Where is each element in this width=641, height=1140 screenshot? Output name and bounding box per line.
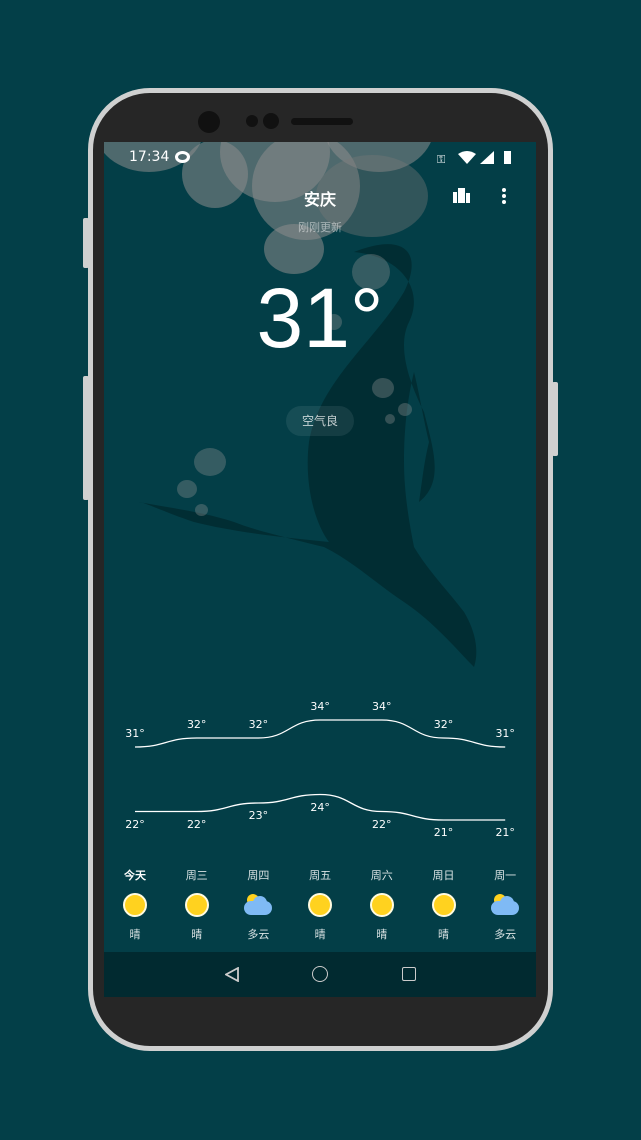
sensor: [263, 113, 279, 129]
day-label: 周六: [370, 869, 393, 882]
high-temp-label: 32°: [433, 718, 454, 731]
forecast-day[interactable]: 周五晴: [295, 867, 345, 942]
low-temp-label: 23°: [248, 809, 269, 822]
high-temp-label: 34°: [310, 700, 330, 713]
low-temp-label: 21°: [433, 826, 454, 839]
low-temp-label: 22°: [125, 817, 145, 831]
sunny-icon: [431, 893, 456, 917]
sunny-icon: [184, 893, 209, 917]
high-temp-label: 32°: [186, 718, 207, 731]
cloudy-icon: [244, 893, 273, 917]
recents-button[interactable]: [402, 967, 416, 981]
sunny-icon: [369, 893, 394, 917]
forecast-day[interactable]: 周一 多云: [480, 867, 530, 942]
forecast-day[interactable]: 今天晴: [110, 867, 160, 942]
back-button[interactable]: [225, 967, 239, 982]
day-label: 周一: [494, 869, 517, 882]
weather-label: 晴: [191, 928, 203, 941]
low-temp-label: 24°: [310, 800, 330, 814]
temperature-curves: [134, 719, 506, 821]
day-label: 周四: [247, 869, 270, 882]
forecast-day[interactable]: 周六晴: [357, 867, 407, 942]
screen: 17:34 ⚿ 安庆 刚刚更新 31° 空气良 31° 22° 32° 22° 32° 2…: [104, 142, 536, 997]
speaker-grille: [291, 118, 353, 125]
navigation-bar: [104, 952, 536, 997]
weather-label: 多云: [247, 928, 270, 941]
day-label: 周三: [185, 869, 208, 882]
weather-label: 晴: [438, 928, 449, 941]
forecast-day[interactable]: 周日晴: [419, 867, 469, 942]
forecast-day[interactable]: 周三晴: [172, 867, 222, 942]
low-temp-label: 21°: [495, 826, 515, 839]
day-label: 周五: [309, 869, 332, 882]
sunny-icon: [123, 893, 147, 917]
forecast-day[interactable]: 周四 多云: [233, 867, 283, 942]
weather-label: 晴: [129, 928, 141, 941]
weather-label: 多云: [494, 928, 517, 941]
weather-label: 晴: [376, 928, 388, 941]
sunny-icon: [308, 893, 333, 917]
front-camera: [198, 111, 220, 133]
low-temp-label: 22°: [186, 817, 207, 831]
cloudy-icon: [491, 893, 520, 917]
weather-label: 晴: [314, 928, 326, 941]
high-temp-label: 31°: [125, 727, 145, 740]
high-temp-label: 31°: [495, 727, 515, 740]
high-temp-label: 34°: [372, 700, 392, 713]
high-temp-label: 32°: [248, 718, 269, 731]
day-label: 今天: [124, 869, 146, 882]
sensor: [246, 115, 258, 127]
low-temp-label: 22°: [372, 817, 392, 831]
home-button[interactable]: [312, 966, 328, 982]
day-label: 周日: [432, 869, 455, 882]
